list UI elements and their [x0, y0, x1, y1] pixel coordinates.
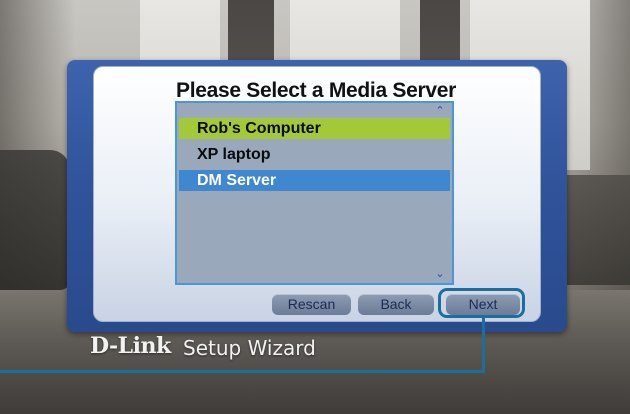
- server-item-dm-server[interactable]: DM Server: [179, 170, 450, 191]
- server-item-robs-computer[interactable]: Rob's Computer: [179, 118, 450, 139]
- server-list[interactable]: ⌃ Rob's Computer XP laptop DM Server ⌄: [175, 101, 454, 285]
- chevron-down-icon[interactable]: ⌄: [434, 269, 446, 280]
- setup-wizard-label: Setup Wizard: [183, 336, 316, 360]
- back-button[interactable]: Back: [358, 294, 434, 315]
- dlink-logo: D-Link: [90, 333, 171, 359]
- rescan-button[interactable]: Rescan: [272, 294, 351, 315]
- chevron-up-icon[interactable]: ⌃: [434, 106, 446, 117]
- callout-line: [0, 370, 485, 373]
- next-button-highlight: [438, 288, 525, 318]
- dialog-title: Please Select a Media Server: [176, 79, 456, 102]
- server-item-xp-laptop[interactable]: XP laptop: [179, 144, 450, 165]
- chair: [0, 150, 70, 290]
- callout-line: [482, 318, 485, 373]
- chair: [565, 175, 630, 285]
